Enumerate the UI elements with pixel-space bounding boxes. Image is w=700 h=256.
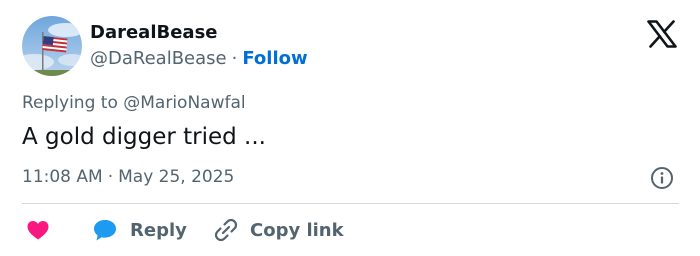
handle-separator: · bbox=[231, 48, 238, 69]
heart-icon bbox=[27, 221, 49, 240]
us-flag-avatar-icon bbox=[22, 16, 82, 76]
reply-button[interactable]: Reply bbox=[92, 217, 187, 243]
tweet-text: A gold digger tried ... bbox=[22, 124, 266, 150]
copy-link-label: Copy link bbox=[250, 219, 344, 241]
like-button[interactable] bbox=[26, 217, 50, 243]
divider bbox=[22, 203, 679, 204]
author-handle-row: @DaRealBease · Follow bbox=[90, 48, 308, 69]
author-display-name[interactable]: DarealBease bbox=[90, 22, 218, 43]
x-logo-icon[interactable] bbox=[647, 20, 677, 48]
link-icon bbox=[214, 218, 238, 242]
author-handle[interactable]: @DaRealBease bbox=[90, 48, 227, 69]
timestamp-separator: · bbox=[107, 167, 114, 187]
reply-label: Reply bbox=[130, 219, 187, 241]
tweet-time: 11:08 AM bbox=[22, 167, 103, 187]
avatar[interactable] bbox=[22, 16, 82, 76]
tweet-timestamp[interactable]: 11:08 AM · May 25, 2025 bbox=[22, 167, 234, 187]
copy-link-button[interactable]: Copy link bbox=[214, 217, 344, 243]
tweet-embed-card: DarealBease @DaRealBease · Follow Replying… bbox=[0, 0, 700, 256]
follow-button[interactable]: Follow bbox=[242, 48, 307, 69]
info-icon[interactable] bbox=[650, 166, 674, 190]
replying-to-context[interactable]: Replying to @MarioNawfal bbox=[22, 93, 246, 113]
speech-bubble-icon bbox=[94, 220, 116, 241]
tweet-date: May 25, 2025 bbox=[118, 167, 235, 187]
